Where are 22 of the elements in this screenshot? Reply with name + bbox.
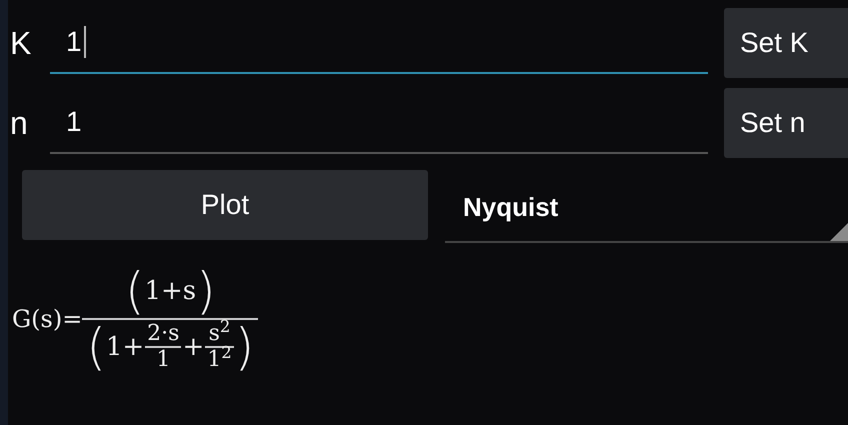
parameter-field[interactable]: 1 bbox=[50, 92, 708, 154]
fraction-denominator: 1$^{2}$ bbox=[206, 348, 233, 372]
denominator-text: + bbox=[182, 330, 204, 364]
fraction-bar bbox=[145, 346, 182, 348]
parenthesis: ) bbox=[196, 266, 216, 316]
parenthesis: ) bbox=[234, 322, 254, 372]
fraction-denominator: 1 bbox=[155, 348, 172, 372]
parameter-label: K bbox=[9, 24, 32, 63]
parenthesis: ( bbox=[124, 266, 144, 316]
set-button[interactable]: Set K bbox=[724, 8, 848, 78]
fraction-numerator: s$^{2}$ bbox=[208, 322, 232, 346]
plot-type-dropdown[interactable]: Nyquist bbox=[445, 173, 848, 243]
set-button[interactable]: Set n bbox=[724, 88, 848, 158]
parenthesis: ( bbox=[86, 322, 106, 372]
fraction-numerator: 2·s bbox=[146, 322, 180, 346]
parameter-label: n bbox=[9, 104, 29, 143]
formula-lhs: G(s)= bbox=[12, 304, 82, 336]
denominator-text: 1+ bbox=[106, 330, 144, 364]
dropdown-corner-icon bbox=[830, 223, 848, 241]
plot-button[interactable]: Plot bbox=[22, 170, 428, 240]
parameter-field[interactable]: 1 bbox=[50, 12, 708, 74]
numerator-text: 1+s bbox=[144, 274, 196, 308]
